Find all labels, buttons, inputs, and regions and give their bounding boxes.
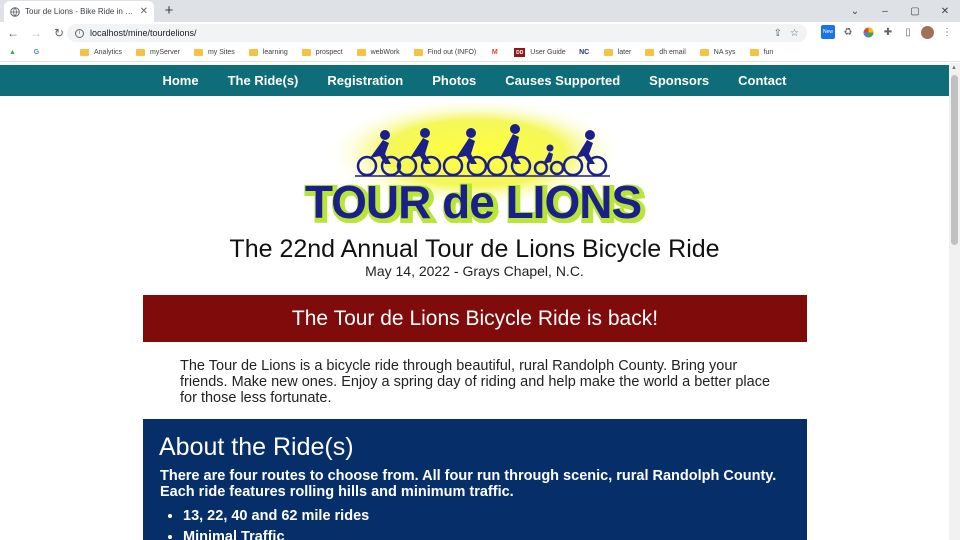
nc-icon: NC: [579, 49, 590, 56]
bookmark-item[interactable]: myServer: [136, 49, 180, 56]
nav-home[interactable]: Home: [148, 65, 213, 96]
about-list: 13, 22, 40 and 62 mile rides Minimal Tra…: [183, 508, 791, 540]
bookmark-item[interactable]: NA sys: [699, 49, 736, 56]
folder-icon: [80, 49, 89, 56]
bookmark-label: dh email: [659, 49, 686, 56]
browser-tab-strip: Tour de Lions - Bike Ride in Randolph Co…: [0, 0, 960, 22]
page-scrollbar[interactable]: ▲: [949, 63, 960, 540]
bookmark-label: later: [617, 49, 632, 56]
list-item: Minimal Traffic: [183, 529, 791, 540]
about-rides-section: About the Ride(s) There are four routes …: [143, 419, 807, 540]
bookmark-item[interactable]: Analytics: [80, 49, 122, 56]
folder-icon: [413, 49, 423, 56]
folder-icon: [699, 49, 709, 56]
site-info-icon[interactable]: i: [75, 28, 84, 38]
page-viewport: Home The Ride(s) Registration Photos Cau…: [0, 63, 949, 540]
bookmark-label: learning: [262, 49, 288, 56]
nav-the-rides[interactable]: The Ride(s): [213, 65, 313, 96]
bookmark-item[interactable]: prospect: [301, 49, 343, 56]
site-nav: Home The Ride(s) Registration Photos Cau…: [0, 65, 949, 96]
event-date-location: May 14, 2022 - Grays Chapel, N.C.: [365, 263, 584, 279]
bookmark-item[interactable]: dh email: [645, 49, 686, 56]
browser-tab[interactable]: Tour de Lions - Bike Ride in Randolph Co…: [4, 1, 154, 22]
new-tab-button[interactable]: +: [160, 2, 178, 20]
bookmark-item[interactable]: my Sites: [193, 49, 235, 56]
folder-icon: [356, 49, 366, 56]
tour-de-lions-logo: TOUR de LIONS TOUR de LIONS: [285, 98, 665, 233]
recycle-extension-icon[interactable]: ♻: [841, 25, 855, 39]
nav-contact[interactable]: Contact: [724, 65, 801, 96]
extensions-area: New ♻ ✚ ▯ ⋮: [821, 25, 954, 39]
page-title: The 22nd Annual Tour de Lions Bicycle Ri…: [229, 235, 720, 263]
bookmark-item[interactable]: G: [32, 48, 46, 57]
bookmarks-bar: ▲ G Analytics myServer my Sites learning prosp…: [0, 44, 960, 62]
folder-icon: [248, 49, 258, 56]
announcement-banner: The Tour de Lions Bicycle Ride is back!: [143, 295, 807, 342]
color-wheel-extension-icon[interactable]: [861, 25, 875, 39]
folder-icon: [603, 49, 613, 56]
bookmark-label: myServer: [150, 49, 180, 56]
nav-photos[interactable]: Photos: [418, 65, 491, 96]
close-window-icon[interactable]: ✕: [930, 0, 960, 22]
logo-text: TOUR de LIONS: [305, 176, 641, 223]
bookmark-item[interactable]: M: [490, 48, 504, 57]
address-bar[interactable]: i localhost/mine/tourdelions/ ⇪ ☆: [67, 24, 807, 42]
bookmark-label: NA sys: [713, 49, 736, 56]
dd-icon: DD: [514, 48, 526, 57]
bookmark-label: Find out (INFO): [427, 49, 477, 56]
profile-avatar[interactable]: [921, 25, 934, 39]
reload-icon[interactable]: ↻: [49, 23, 69, 43]
google-icon: G: [33, 49, 40, 56]
bookmark-item[interactable]: ▲: [8, 48, 22, 57]
nav-sponsors[interactable]: Sponsors: [635, 65, 724, 96]
back-arrow-icon[interactable]: ←: [3, 23, 23, 43]
intro-paragraph: The Tour de Lions is a bicycle ride thro…: [180, 358, 771, 406]
window-controls: ⌄ – ▢ ✕: [840, 0, 960, 22]
about-text: There are four routes to choose from. Al…: [160, 468, 777, 500]
folder-icon: [193, 49, 203, 56]
gmail-icon: M: [491, 49, 498, 56]
scroll-up-arrow-icon[interactable]: ▲: [951, 65, 957, 71]
bookmark-star-icon[interactable]: ☆: [790, 28, 799, 39]
bookmark-item[interactable]: NC: [579, 48, 594, 57]
nav-registration[interactable]: Registration: [313, 65, 418, 96]
restore-icon[interactable]: ▢: [900, 0, 930, 22]
bookmark-item[interactable]: fun: [749, 49, 774, 56]
bookmark-item[interactable]: DD User Guide: [514, 48, 566, 57]
extension-new-icon[interactable]: New: [821, 25, 835, 39]
apple-icon: [56, 48, 65, 57]
menu-kebab-icon[interactable]: ⋮: [940, 25, 954, 39]
bookmark-item[interactable]: later: [603, 49, 632, 56]
bookmark-item[interactable]: learning: [248, 49, 288, 56]
folder-icon: [645, 49, 655, 56]
folder-icon: [301, 49, 311, 56]
bookmark-label: prospect: [315, 49, 343, 56]
forward-arrow-icon[interactable]: →: [26, 23, 46, 43]
minimize-icon[interactable]: –: [870, 0, 900, 22]
side-panel-icon[interactable]: ▯: [901, 25, 915, 39]
bookmark-label: my Sites: [207, 49, 235, 56]
folder-icon: [136, 49, 146, 56]
bookmark-item[interactable]: webWork: [356, 49, 400, 56]
bookmark-label: webWork: [370, 49, 400, 56]
bookmark-label: Analytics: [94, 49, 123, 56]
google-drive-icon: ▲: [9, 49, 16, 56]
bookmark-label: User Guide: [530, 49, 566, 56]
about-title: About the Ride(s): [159, 433, 354, 461]
browser-toolbar: ← → ↻ i localhost/mine/tourdelions/ ⇪ ☆ …: [0, 22, 960, 44]
bookmark-item[interactable]: [56, 48, 70, 57]
list-item: 13, 22, 40 and 62 mile rides: [183, 508, 791, 524]
globe-icon: [10, 6, 20, 17]
bookmark-label: fun: [763, 49, 774, 56]
puzzle-extensions-icon[interactable]: ✚: [881, 25, 895, 39]
share-icon[interactable]: ⇪: [774, 28, 782, 39]
tab-title: Tour de Lions - Bike Ride in Randolph Co…: [25, 7, 137, 16]
close-tab-icon[interactable]: ✕: [140, 6, 148, 17]
address-url: localhost/mine/tourdelions/: [90, 28, 197, 38]
bookmark-item[interactable]: Find out (INFO): [413, 49, 477, 56]
nav-causes-supported[interactable]: Causes Supported: [491, 65, 635, 96]
folder-icon: [749, 49, 759, 56]
tab-search-icon[interactable]: ⌄: [840, 0, 870, 22]
scrollbar-thumb[interactable]: [951, 75, 958, 245]
